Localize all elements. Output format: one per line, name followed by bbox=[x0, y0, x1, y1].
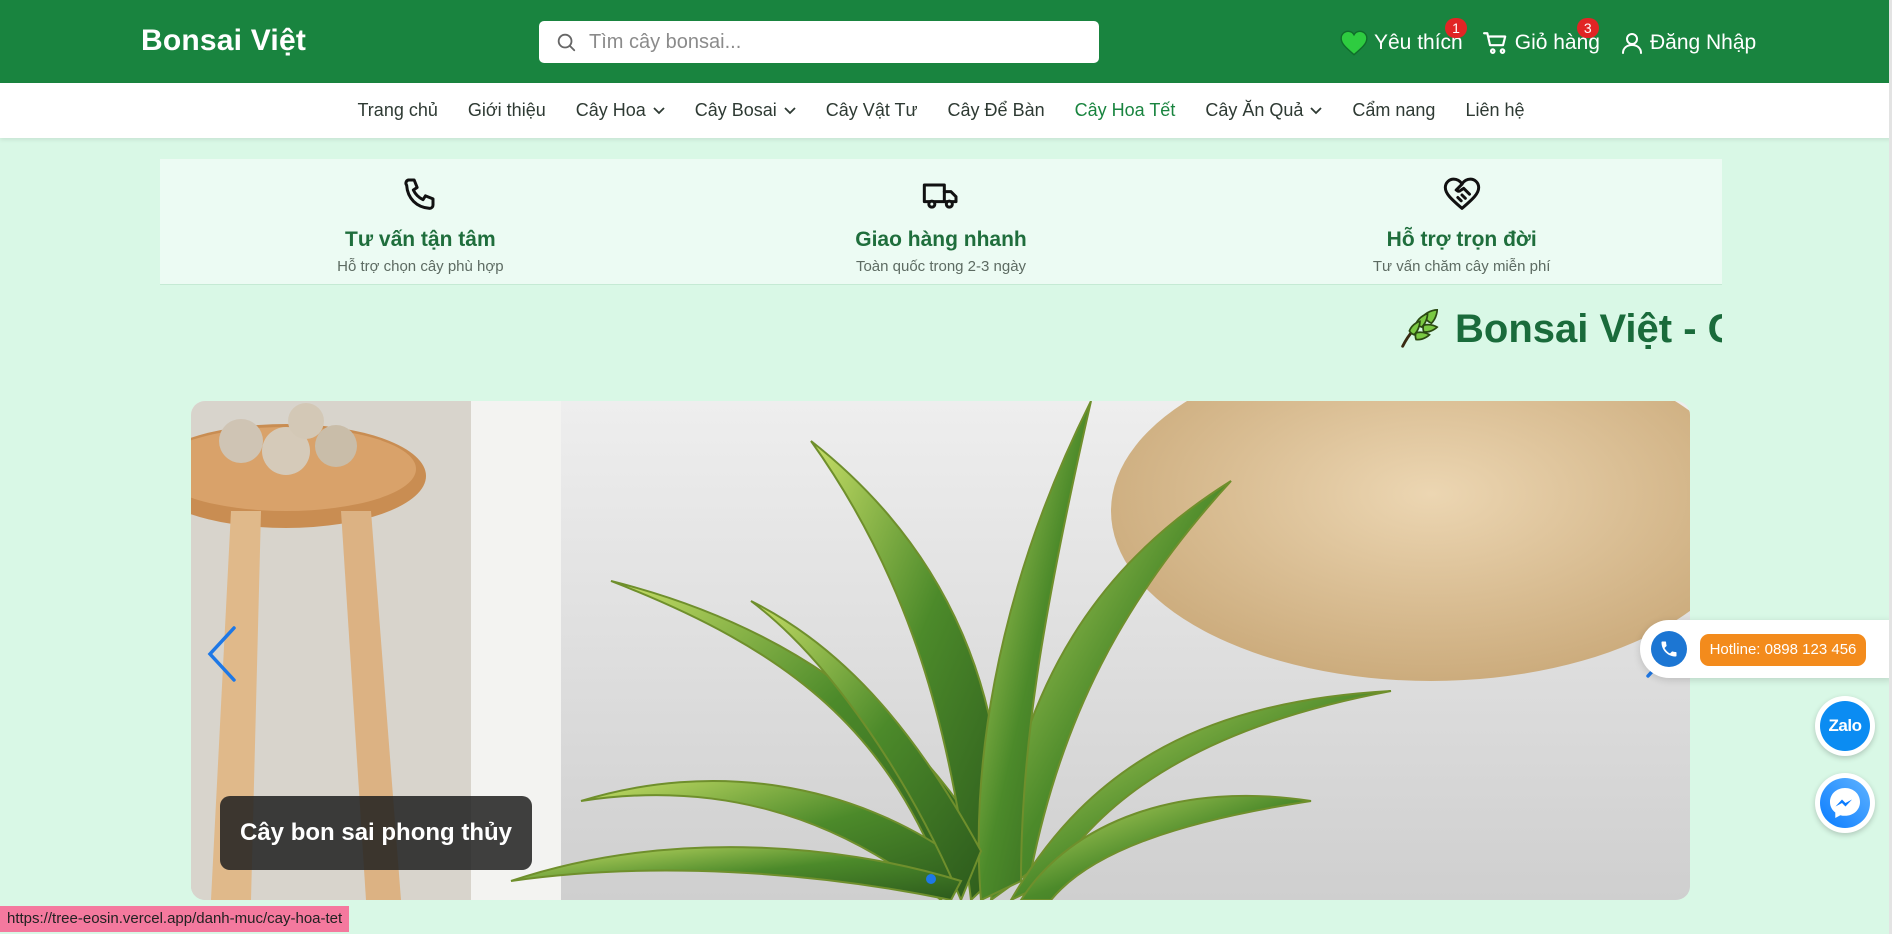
slider-dot-active[interactable] bbox=[926, 874, 936, 884]
top-header: Bonsai Việt Yêu thích 1 Giỏ hàng 3 Đăng … bbox=[0, 0, 1892, 83]
user-icon bbox=[1621, 33, 1642, 54]
nav-item-cay-an-qua[interactable]: Cây Ăn Quả bbox=[1205, 100, 1323, 121]
nav-item-lien-he[interactable]: Liên hệ bbox=[1465, 100, 1524, 121]
feature-subtitle: Toàn quốc trong 2-3 ngày bbox=[855, 258, 1027, 275]
cart-count-badge: 3 bbox=[1576, 18, 1599, 38]
leaf-icon bbox=[1401, 308, 1439, 348]
feature-title: Tư vấn tận tâm bbox=[345, 228, 496, 251]
cart-button[interactable]: Giỏ hàng 3 bbox=[1482, 18, 1600, 56]
feature-title: Giao hàng nhanh bbox=[855, 228, 1027, 251]
feature-subtitle: Tư vấn chăm cây miễn phí bbox=[1372, 258, 1551, 275]
feature-subtitle: Hỗ trợ chọn cây phù hợp bbox=[337, 258, 504, 275]
messenger-icon bbox=[1820, 778, 1870, 828]
heart-handshake-icon bbox=[1443, 177, 1480, 210]
login-button[interactable]: Đăng Nhập bbox=[1620, 31, 1756, 55]
chevron-down-icon bbox=[653, 106, 665, 114]
chevron-down-icon bbox=[784, 106, 796, 114]
status-url: https://tree-eosin.vercel.app/danh-muc/c… bbox=[0, 906, 350, 932]
feature-title: Hỗ trợ trọn đời bbox=[1386, 228, 1537, 251]
slide-caption: Cây bon sai phong thủy bbox=[220, 796, 533, 870]
feature-consult: Tư vấn tận tâm Hỗ trợ chọn cây phù hợp bbox=[160, 159, 681, 284]
phone-icon bbox=[1661, 641, 1677, 657]
nav-item-cay-vat-tu[interactable]: Cây Vật Tư bbox=[826, 100, 918, 121]
zalo-icon: Zalo bbox=[1820, 701, 1870, 751]
site-logo[interactable]: Bonsai Việt bbox=[141, 24, 306, 58]
messenger-button[interactable] bbox=[1815, 773, 1875, 833]
header-actions: Yêu thích 1 Giỏ hàng 3 Đăng Nhập bbox=[1340, 18, 1776, 60]
phone-icon bbox=[404, 178, 435, 210]
main-nav: Trang chủ Giới thiệu Cây Hoa Cây Bosai C… bbox=[0, 83, 1892, 138]
login-label: Đăng Nhập bbox=[1649, 31, 1757, 54]
search-icon bbox=[557, 33, 576, 52]
nav-item-cay-de-ban[interactable]: Cây Để Bàn bbox=[948, 100, 1045, 121]
marquee-text: Bonsai Việt - Câ bbox=[1395, 306, 1722, 352]
nav-item-gioi-thieu[interactable]: Giới thiệu bbox=[468, 100, 546, 121]
wishlist-button[interactable]: Yêu thích 1 bbox=[1340, 18, 1467, 56]
hotline-number[interactable]: Hotline: 0898 123 456 bbox=[1700, 634, 1866, 666]
features-strip: Tư vấn tận tâm Hỗ trợ chọn cây phù hợp G… bbox=[160, 159, 1722, 285]
chevron-down-icon bbox=[1310, 106, 1323, 114]
nav-item-trang-chu[interactable]: Trang chủ bbox=[357, 100, 437, 121]
search-box[interactable] bbox=[539, 21, 1099, 63]
marquee-label: Bonsai Việt - Câ bbox=[1455, 306, 1722, 351]
search-input[interactable] bbox=[589, 30, 1069, 54]
hotline-phone-icon[interactable] bbox=[1651, 631, 1687, 667]
nav-item-cam-nang[interactable]: Cẩm nang bbox=[1352, 100, 1435, 121]
feature-support: Hỗ trợ trọn đời Tư vấn chăm cây miễn phí bbox=[1201, 159, 1722, 284]
feature-delivery: Giao hàng nhanh Toàn quốc trong 2-3 ngày bbox=[681, 159, 1202, 284]
marquee-banner: Bonsai Việt - Câ bbox=[160, 300, 1722, 360]
nav-item-cay-bosai[interactable]: Cây Bosai bbox=[695, 100, 796, 121]
cart-icon bbox=[1482, 32, 1507, 54]
nav-item-cay-hoa[interactable]: Cây Hoa bbox=[576, 100, 665, 121]
heart-icon bbox=[1340, 30, 1368, 56]
hero-slider[interactable]: Cây bon sai phong thủy bbox=[191, 401, 1690, 900]
slider-prev-arrow[interactable] bbox=[206, 626, 238, 682]
nav-item-cay-hoa-tet[interactable]: Cây Hoa Tết bbox=[1075, 100, 1176, 121]
zalo-button[interactable]: Zalo bbox=[1815, 696, 1875, 756]
truck-icon bbox=[922, 183, 958, 209]
wishlist-count-badge: 1 bbox=[1445, 18, 1467, 38]
